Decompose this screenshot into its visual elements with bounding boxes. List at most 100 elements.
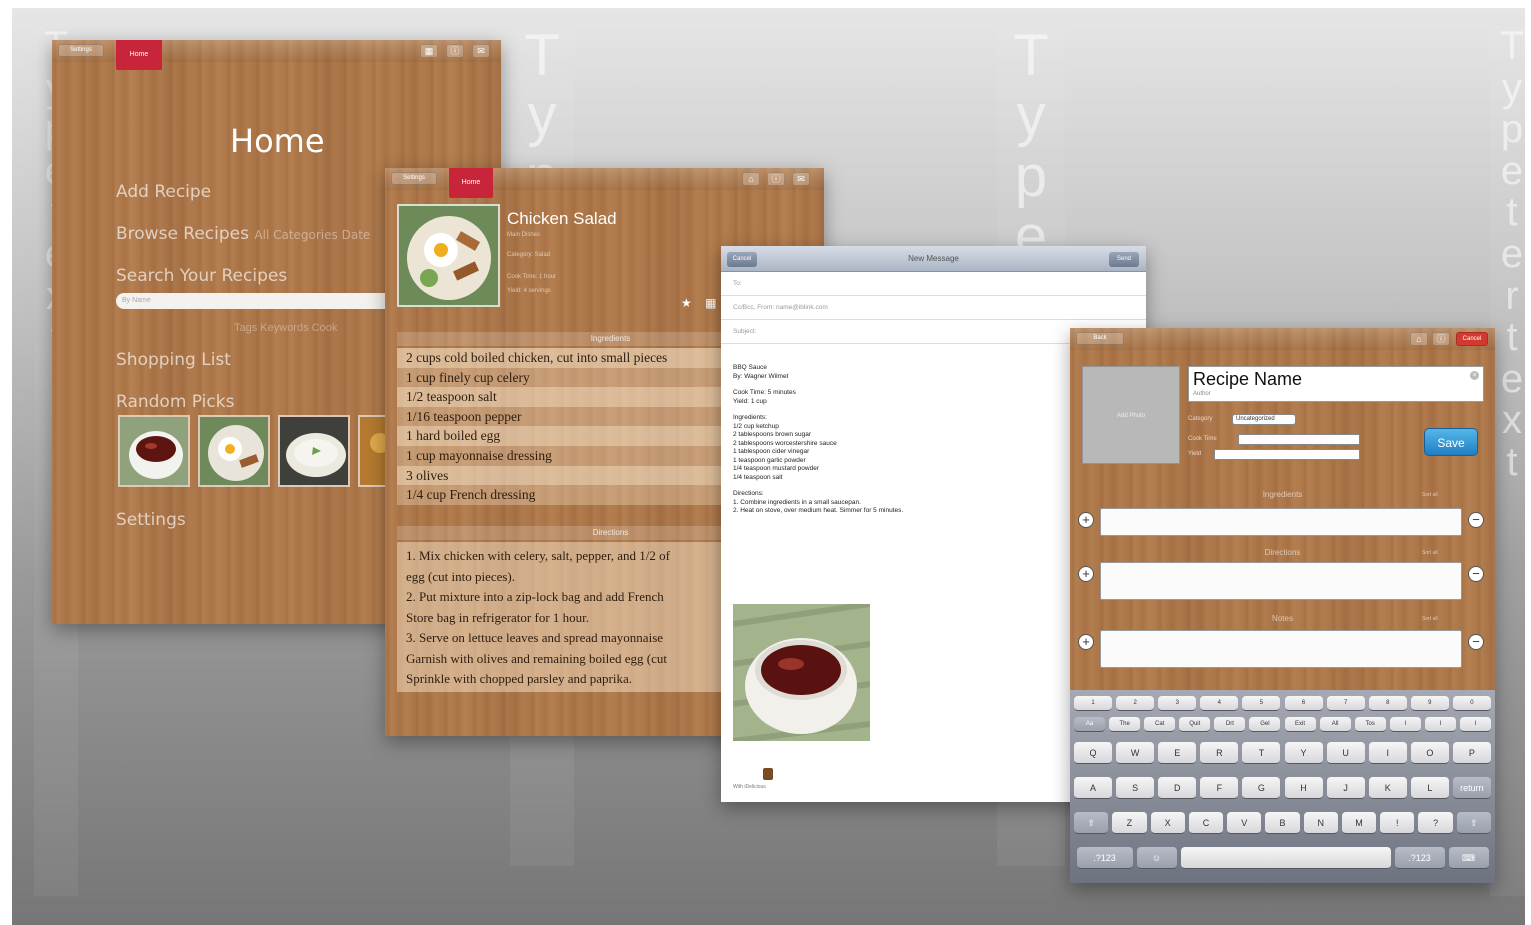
key[interactable]: ☺: [1136, 847, 1177, 869]
info-icon[interactable]: ⓘ: [1432, 332, 1450, 346]
search-options[interactable]: Tags Keywords Cook: [234, 322, 337, 334]
key[interactable]: Exit: [1284, 717, 1316, 732]
key[interactable]: I: [1389, 717, 1421, 732]
ingredients-sort-link[interactable]: Sort all: [1422, 492, 1438, 498]
shopping-cart-icon[interactable]: ▦: [705, 296, 716, 310]
notes-sort-link[interactable]: Sort all: [1422, 616, 1438, 622]
key[interactable]: T: [1242, 742, 1281, 764]
key[interactable]: E: [1158, 742, 1197, 764]
key[interactable]: Aa: [1074, 717, 1106, 732]
key[interactable]: 9: [1410, 696, 1449, 711]
key[interactable]: The: [1109, 717, 1141, 732]
random-pick-bbq-sauce[interactable]: [118, 415, 190, 487]
key[interactable]: ?: [1418, 812, 1453, 834]
settings-button[interactable]: Settings: [391, 172, 437, 185]
key[interactable]: return: [1452, 777, 1491, 799]
add-recipe-link[interactable]: Add Recipe: [116, 182, 211, 202]
key[interactable]: S: [1116, 777, 1155, 799]
key[interactable]: I: [1459, 717, 1491, 732]
key[interactable]: R: [1200, 742, 1239, 764]
grid-icon[interactable]: ▦: [420, 44, 438, 58]
cc-bcc-field[interactable]: Cc/Bcc, From: name@iblink.com: [721, 296, 1146, 320]
key[interactable]: X: [1150, 812, 1185, 834]
shopping-list-link[interactable]: Shopping List: [116, 350, 231, 370]
key[interactable]: 8: [1368, 696, 1407, 711]
add-direction-icon[interactable]: +: [1078, 566, 1094, 582]
key[interactable]: ⇧: [1456, 812, 1491, 834]
key[interactable]: L: [1410, 777, 1449, 799]
add-photo-button[interactable]: Add Photo: [1082, 366, 1180, 464]
key[interactable]: 7: [1326, 696, 1365, 711]
key[interactable]: W: [1116, 742, 1155, 764]
key[interactable]: ⌨: [1448, 847, 1489, 869]
key[interactable]: B: [1265, 812, 1300, 834]
mail-icon[interactable]: ✉: [472, 44, 490, 58]
settings-button[interactable]: Settings: [58, 44, 104, 57]
add-note-icon[interactable]: +: [1078, 634, 1094, 650]
key[interactable]: Cat: [1144, 717, 1176, 732]
info-icon[interactable]: ⓘ: [767, 172, 785, 186]
tab-home[interactable]: Home: [449, 168, 493, 198]
key[interactable]: A: [1074, 777, 1113, 799]
home-icon[interactable]: ⌂: [1410, 332, 1428, 346]
favorite-star-icon[interactable]: ★: [681, 296, 692, 310]
key[interactable]: D: [1158, 777, 1197, 799]
mail-icon[interactable]: ✉: [792, 172, 810, 186]
add-ingredient-icon[interactable]: +: [1078, 512, 1094, 528]
key[interactable]: .?123: [1394, 847, 1445, 869]
send-button[interactable]: Send: [1109, 252, 1139, 267]
home-icon[interactable]: ⌂: [742, 172, 760, 186]
key[interactable]: Tos: [1354, 717, 1386, 732]
key[interactable]: !: [1380, 812, 1415, 834]
notes-input[interactable]: [1100, 630, 1462, 668]
cancel-button[interactable]: Cancel: [1456, 332, 1488, 346]
settings-link[interactable]: Settings: [116, 510, 186, 530]
key[interactable]: N: [1303, 812, 1338, 834]
browse-recipes-link[interactable]: Browse Recipes All Categories Date: [116, 224, 370, 244]
to-field[interactable]: To:: [721, 272, 1146, 296]
clear-icon[interactable]: ×: [1470, 371, 1479, 380]
key[interactable]: ⇧: [1074, 812, 1109, 834]
key[interactable]: 0: [1452, 696, 1491, 711]
key[interactable]: Quit: [1179, 717, 1211, 732]
key[interactable]: H: [1284, 777, 1323, 799]
key[interactable]: 6: [1284, 696, 1323, 711]
search-input[interactable]: By Name: [116, 293, 416, 309]
key[interactable]: 4: [1200, 696, 1239, 711]
key[interactable]: F: [1200, 777, 1239, 799]
yield-input[interactable]: [1214, 449, 1360, 460]
remove-direction-icon[interactable]: −: [1468, 566, 1484, 582]
key[interactable]: U: [1326, 742, 1365, 764]
key[interactable]: .?123: [1076, 847, 1133, 869]
key[interactable]: 3: [1158, 696, 1197, 711]
key[interactable]: M: [1341, 812, 1377, 834]
directions-sort-link[interactable]: Sort all: [1422, 550, 1438, 556]
info-icon[interactable]: ⓘ: [446, 44, 464, 58]
space-key[interactable]: [1180, 847, 1391, 869]
remove-note-icon[interactable]: −: [1468, 634, 1484, 650]
tab-home[interactable]: Home: [116, 40, 162, 70]
key[interactable]: Gel: [1249, 717, 1281, 732]
key[interactable]: P: [1452, 742, 1491, 764]
random-pick-soup[interactable]: [278, 415, 350, 487]
key[interactable]: I: [1368, 742, 1407, 764]
back-button[interactable]: Back: [1076, 332, 1124, 345]
key[interactable]: K: [1368, 777, 1407, 799]
save-button[interactable]: Save: [1424, 428, 1478, 456]
key[interactable]: Y: [1284, 742, 1323, 764]
cook-time-input[interactable]: [1238, 434, 1360, 445]
key[interactable]: G: [1242, 777, 1281, 799]
ingredients-input[interactable]: [1100, 508, 1462, 536]
category-select[interactable]: Uncategorized: [1232, 414, 1296, 425]
key[interactable]: I: [1424, 717, 1456, 732]
key[interactable]: Z: [1112, 812, 1147, 834]
key[interactable]: O: [1410, 742, 1449, 764]
browse-options[interactable]: All Categories Date: [254, 228, 370, 242]
key[interactable]: All: [1319, 717, 1351, 732]
key[interactable]: Drt: [1214, 717, 1246, 732]
key[interactable]: V: [1227, 812, 1262, 834]
recipe-name-input[interactable]: [1193, 369, 1453, 390]
key[interactable]: C: [1188, 812, 1224, 834]
directions-input[interactable]: [1100, 562, 1462, 600]
random-pick-chicken-salad[interactable]: [198, 415, 270, 487]
